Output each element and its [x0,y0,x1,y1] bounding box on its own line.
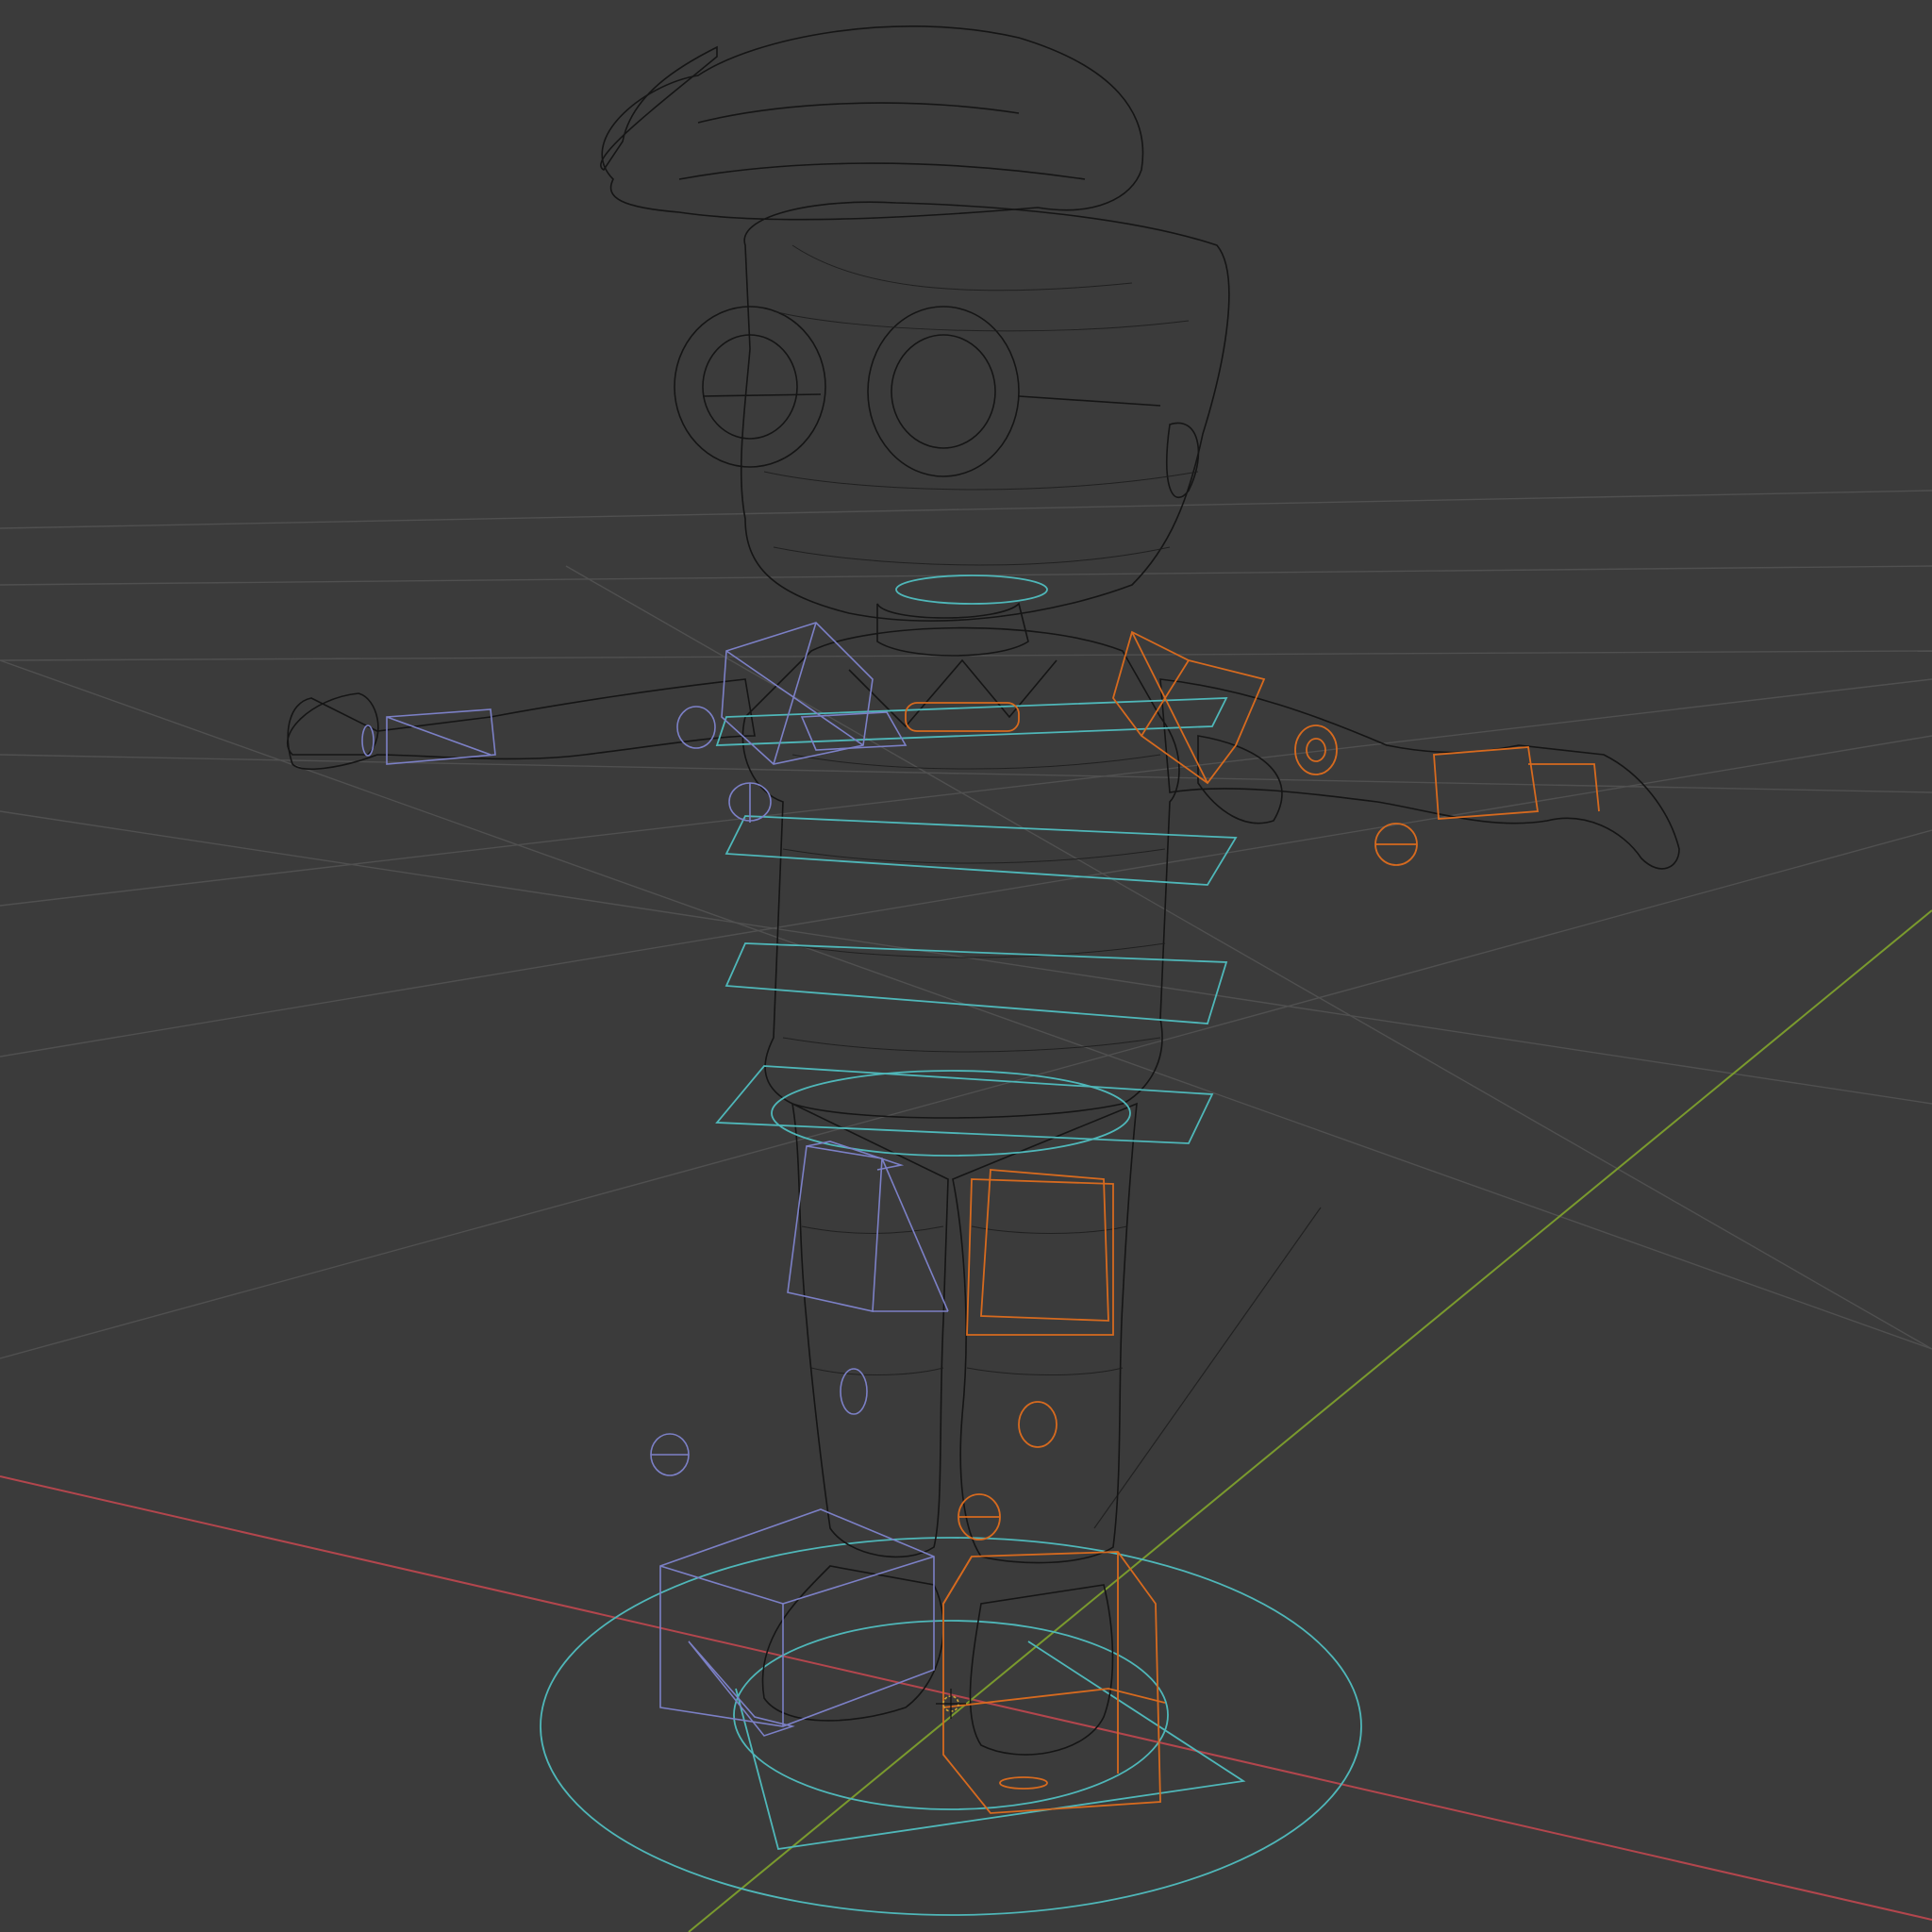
spine-controls[interactable] [715,575,1238,1157]
3d-viewport[interactable] [0,0,1932,1932]
floor-grid [0,490,1932,1359]
y-axis-line [688,909,1932,1932]
right-side-controls[interactable] [905,630,1600,1814]
root-control[interactable] [540,1537,1362,1916]
3d-cursor-icon[interactable] [936,1689,966,1719]
view-helper-line [1093,1207,1322,1529]
x-axis-line [0,1475,1932,1921]
viewport-canvas[interactable] [0,0,1932,1932]
